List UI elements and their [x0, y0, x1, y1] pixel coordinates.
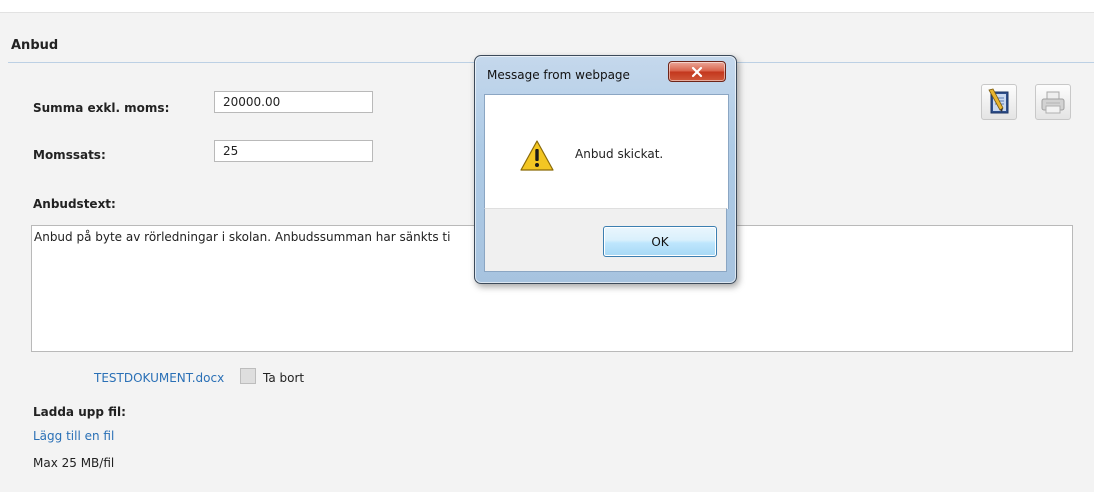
attachment-file-link[interactable]: TESTDOKUMENT.docx [94, 371, 224, 385]
sum-input[interactable] [214, 91, 373, 113]
add-file-link[interactable]: Lägg till en fil [33, 429, 114, 443]
dialog-title: Message from webpage [487, 68, 630, 82]
print-button[interactable] [1035, 84, 1071, 120]
edit-document-button[interactable] [981, 84, 1017, 120]
vat-input[interactable] [214, 140, 373, 162]
sum-label: Summa exkl. moms: [33, 101, 170, 115]
message-dialog: Message from webpage Anbud skickat. OK [474, 55, 737, 284]
document-edit-icon [988, 88, 1009, 114]
bid-text-label: Anbudstext: [33, 197, 116, 211]
printer-icon [1041, 91, 1065, 114]
dialog-message: Anbud skickat. [575, 147, 664, 161]
dialog-close-button[interactable] [668, 61, 726, 82]
dialog-footer: OK [484, 208, 727, 272]
vat-label: Momssats: [33, 148, 106, 162]
section-title: Anbud [11, 38, 59, 53]
upload-limit-text: Max 25 MB/fil [33, 456, 115, 470]
ok-button[interactable]: OK [603, 226, 717, 257]
remove-attachment-checkbox[interactable] [240, 368, 256, 384]
upload-label: Ladda upp fil: [33, 405, 126, 419]
remove-attachment-label: Ta bort [263, 371, 305, 385]
warning-icon [520, 140, 554, 171]
close-icon [691, 66, 703, 77]
dialog-body: Anbud skickat. [484, 94, 729, 209]
